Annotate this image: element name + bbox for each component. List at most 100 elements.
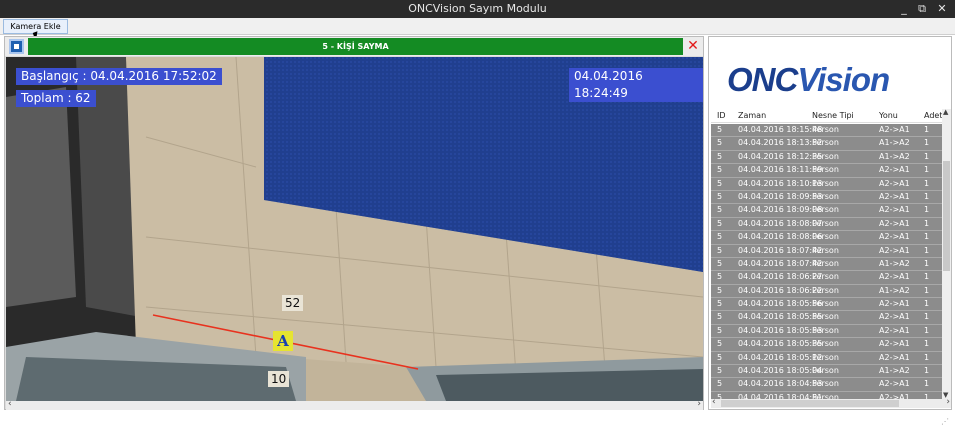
cell-time: 04.04.2016 18:11:59 xyxy=(738,165,823,175)
cell-type: Person xyxy=(812,178,839,188)
scroll-left-arrow-icon[interactable]: ‹ xyxy=(8,399,12,409)
table-scroll-right-icon[interactable]: › xyxy=(946,397,950,407)
cell-time: 04.04.2016 18:05:04 xyxy=(738,366,823,376)
cell-type: Person xyxy=(812,366,839,376)
cell-type: Person xyxy=(812,352,839,362)
scroll-right-arrow-icon[interactable]: › xyxy=(697,399,701,409)
camera-maximize-icon[interactable] xyxy=(9,39,24,54)
table-hscroll-thumb[interactable] xyxy=(721,400,899,407)
table-row[interactable]: 5 04.04.2016 18:08:06 Person A2->A1 1 xyxy=(711,231,942,245)
cell-type: Person xyxy=(812,232,839,242)
table-row[interactable]: 5 04.04.2016 18:07:42 Person A1->A2 1 xyxy=(711,257,942,272)
cell-time: 04.04.2016 18:05:35 xyxy=(738,339,823,349)
event-table: ID Zaman Nesne Tipi Yonu Adet 5 04.04.201… xyxy=(711,109,942,399)
table-horizontal-scrollbar[interactable]: ‹ › xyxy=(711,397,951,408)
cell-id: 5 xyxy=(717,299,723,309)
table-row[interactable]: 5 04.04.2016 18:04:51 Person A2->A1 1 xyxy=(711,391,942,399)
cell-type: Person xyxy=(812,218,839,228)
table-row[interactable]: 5 04.04.2016 18:11:59 Person A2->A1 1 xyxy=(711,164,942,178)
cell-time: 04.04.2016 18:12:35 xyxy=(738,151,823,161)
restore-button[interactable]: ⧉ xyxy=(914,1,930,16)
cell-type: Person xyxy=(812,272,839,282)
cell-direction: A1->A2 xyxy=(879,138,910,148)
cell-time: 04.04.2016 18:08:06 xyxy=(738,232,823,242)
table-row[interactable]: 5 04.04.2016 18:05:55 Person A2->A1 1 xyxy=(711,311,942,325)
cell-direction: A2->A1 xyxy=(879,312,910,322)
table-row[interactable]: 5 04.04.2016 18:09:53 Person A2->A1 1 xyxy=(711,190,942,205)
col-header-id[interactable]: ID xyxy=(717,111,726,120)
cell-direction: A2->A1 xyxy=(879,165,910,175)
zone-a-marker[interactable]: A xyxy=(273,331,293,351)
camera-video-feed[interactable]: Başlangıç : 04.04.2016 17:52:02 Toplam :… xyxy=(6,57,703,401)
cell-direction: A2->A1 xyxy=(879,178,910,188)
cell-type: Person xyxy=(812,325,839,335)
table-row[interactable]: 5 04.04.2016 18:06:27 Person A2->A1 1 xyxy=(711,271,942,285)
table-row[interactable]: 5 04.04.2016 18:09:08 Person A2->A1 1 xyxy=(711,204,942,218)
table-row[interactable]: 5 04.04.2016 18:15:48 Person A2->A1 1 xyxy=(711,124,942,138)
cell-count: 1 xyxy=(924,165,930,175)
table-row[interactable]: 5 04.04.2016 18:05:12 Person A2->A1 1 xyxy=(711,351,942,366)
total-count-label: Toplam : 62 xyxy=(16,90,96,107)
cell-id: 5 xyxy=(717,191,723,201)
cell-type: Person xyxy=(812,191,839,201)
cell-id: 5 xyxy=(717,325,723,335)
table-row[interactable]: 5 04.04.2016 18:12:35 Person A1->A2 1 xyxy=(711,150,942,165)
camera-title[interactable]: 5 - KİŞİ SAYMA xyxy=(28,38,683,55)
cell-count: 1 xyxy=(924,125,930,134)
table-row[interactable]: 5 04.04.2016 18:05:35 Person A2->A1 1 xyxy=(711,338,942,352)
cell-count: 1 xyxy=(924,258,930,268)
col-header-time[interactable]: Zaman xyxy=(738,111,766,120)
status-bar: ⋰ xyxy=(0,412,955,429)
toolbar: Kamera Ekle xyxy=(0,18,955,35)
cell-count: 1 xyxy=(924,299,930,309)
cell-count: 1 xyxy=(924,138,930,148)
cell-type: Person xyxy=(812,339,839,349)
oncvision-logo: ONCVision xyxy=(727,61,890,99)
camera-close-button[interactable]: ✕ xyxy=(686,38,700,54)
table-vertical-scrollbar[interactable]: ▲ ▼ xyxy=(942,108,951,399)
cell-direction: A2->A1 xyxy=(879,379,910,389)
cell-time: 04.04.2016 18:09:53 xyxy=(738,191,823,201)
close-window-button[interactable]: ✕ xyxy=(934,1,950,16)
cell-count: 1 xyxy=(924,312,930,322)
cell-time: 04.04.2016 18:06:22 xyxy=(738,285,823,295)
video-horizontal-scrollbar[interactable]: ‹ › xyxy=(6,399,703,410)
cell-count: 1 xyxy=(924,352,930,362)
table-row[interactable]: 5 04.04.2016 18:08:07 Person A2->A1 1 xyxy=(711,217,942,232)
current-time-label: 04.04.2016 18:24:49 xyxy=(569,68,703,102)
cell-direction: A2->A1 xyxy=(879,218,910,228)
table-row[interactable]: 5 04.04.2016 18:04:53 Person A2->A1 1 xyxy=(711,378,942,392)
table-row[interactable]: 5 04.04.2016 18:13:52 Person A1->A2 1 xyxy=(711,137,942,151)
table-row[interactable]: 5 04.04.2016 18:05:04 Person A1->A2 1 xyxy=(711,365,942,379)
minimize-button[interactable]: _ xyxy=(896,1,912,16)
cell-time: 04.04.2016 18:15:48 xyxy=(738,125,823,134)
cell-direction: A2->A1 xyxy=(879,299,910,309)
table-scroll-left-icon[interactable]: ‹ xyxy=(712,397,716,407)
cell-count: 1 xyxy=(924,285,930,295)
count-top-badge: 52 xyxy=(282,295,304,311)
table-row[interactable]: 5 04.04.2016 18:06:22 Person A1->A2 1 xyxy=(711,284,942,299)
cell-time: 04.04.2016 18:05:53 xyxy=(738,325,823,335)
table-row[interactable]: 5 04.04.2016 18:07:42 Person A2->A1 1 xyxy=(711,244,942,258)
cell-count: 1 xyxy=(924,272,930,282)
cell-id: 5 xyxy=(717,138,723,148)
table-row[interactable]: 5 04.04.2016 18:05:53 Person A2->A1 1 xyxy=(711,324,942,339)
cell-count: 1 xyxy=(924,205,930,215)
cell-direction: A2->A1 xyxy=(879,352,910,362)
window-title: ONCVision Sayım Modulu xyxy=(408,2,547,15)
cell-type: Person xyxy=(812,312,839,322)
camera-panel: 5 - KİŞİ SAYMA ✕ Başlangıç: 04.04.2016 … xyxy=(4,36,704,410)
event-panel: ONCVision ID Zaman Nesne Tipi Yonu Adet … xyxy=(708,36,952,410)
cell-id: 5 xyxy=(717,312,723,322)
table-scroll-thumb[interactable] xyxy=(943,161,950,271)
cell-id: 5 xyxy=(717,218,723,228)
cell-count: 1 xyxy=(924,218,930,228)
col-header-count[interactable]: Adet xyxy=(924,111,942,120)
scroll-up-arrow-icon[interactable]: ▲ xyxy=(943,108,948,116)
resize-grip-icon[interactable]: ⋰ xyxy=(941,417,949,426)
table-row[interactable]: 5 04.04.2016 18:10:13 Person A2->A1 1 xyxy=(711,177,942,191)
col-header-type[interactable]: Nesne Tipi xyxy=(812,111,854,120)
table-row[interactable]: 5 04.04.2016 18:05:56 Person A2->A1 1 xyxy=(711,298,942,312)
count-bottom-badge: 10 xyxy=(268,371,290,387)
col-header-direction[interactable]: Yonu xyxy=(879,111,898,120)
